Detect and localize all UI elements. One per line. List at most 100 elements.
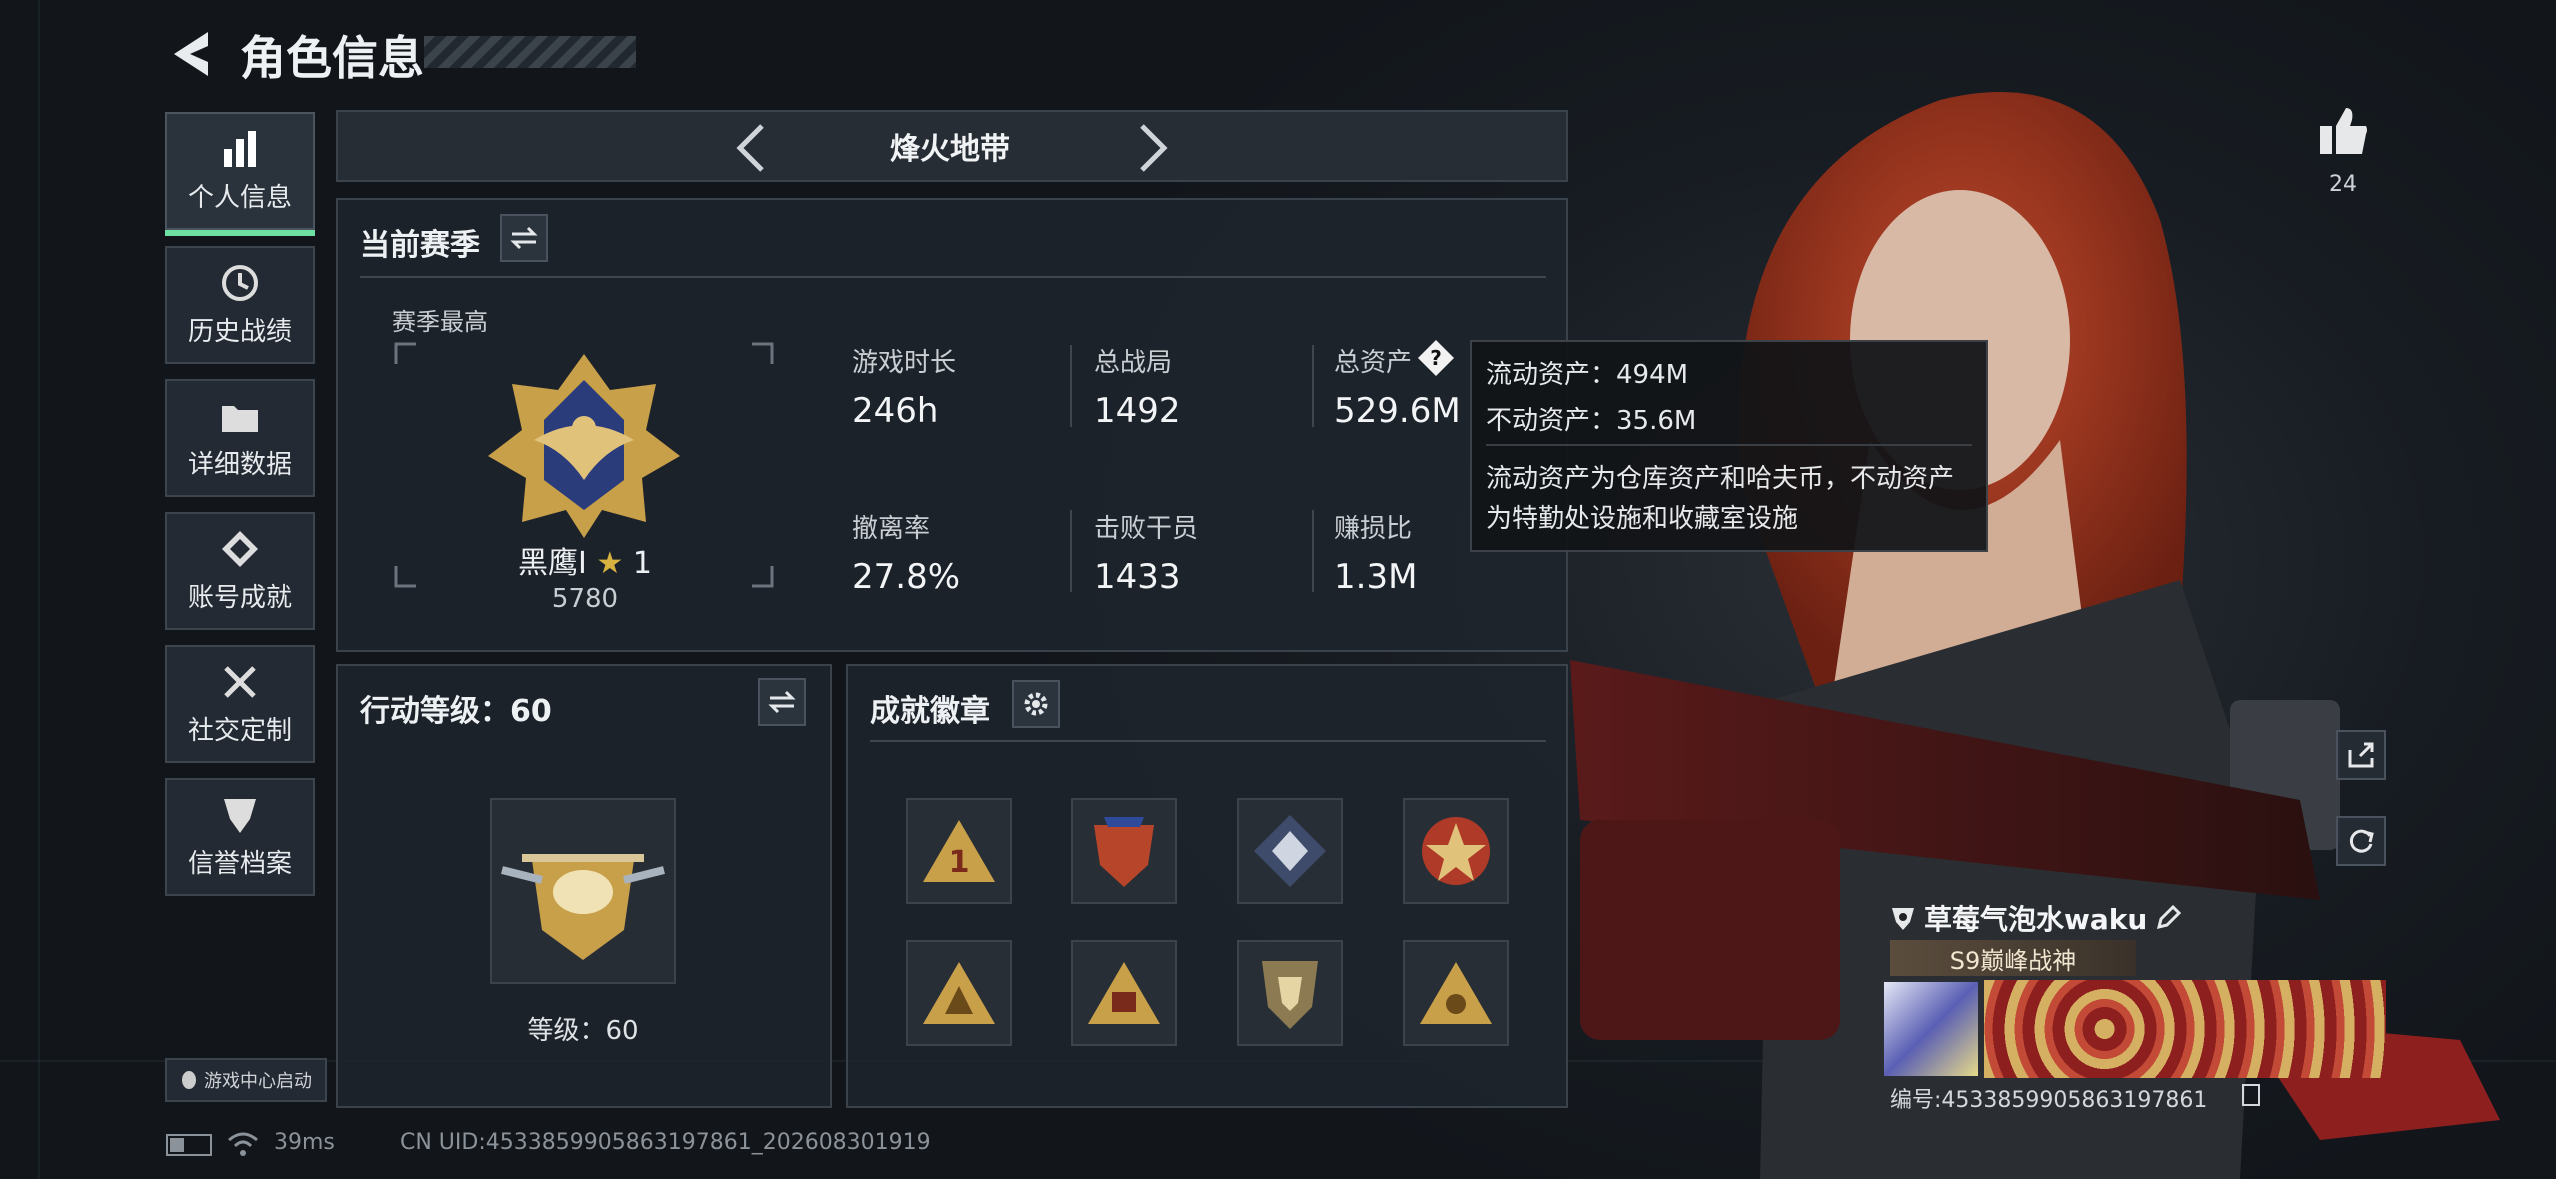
triangle-badge-icon: 1: [923, 820, 995, 882]
player-name-row: 草莓气泡水waku: [1890, 898, 2182, 938]
grid-line: [38, 0, 40, 1179]
player-id: 编号:4533859905863197861: [1890, 1088, 2208, 1113]
medal-icon: [222, 530, 258, 567]
assets-help-button[interactable]: ?: [1416, 338, 1456, 378]
like-count: 24: [2329, 172, 2357, 197]
copy-icon[interactable]: [2242, 1084, 2260, 1106]
tools-icon: [224, 665, 256, 698]
player-title: S9巅峰战神: [1949, 946, 2077, 975]
season-title: 当前赛季: [360, 228, 480, 263]
season-best-label: 赛季最高: [392, 308, 488, 336]
share-button[interactable]: [2336, 730, 2386, 780]
launcher-label: 游戏中心启动: [204, 1071, 312, 1092]
name-card-banner: [1984, 980, 2386, 1078]
sidebar-item-label: 详细数据: [187, 449, 292, 480]
swap-icon: [768, 690, 796, 714]
season-switch-button[interactable]: [500, 214, 548, 262]
assets-tooltip: 流动资产：494M 不动资产：35.6M 流动资产为仓库资产和哈夫币，不动资产 …: [1470, 340, 1988, 552]
divider: [360, 276, 1546, 278]
sidebar-item-social[interactable]: 社交定制: [165, 645, 315, 763]
svg-text:1: 1: [949, 845, 970, 880]
title-decoration: [424, 36, 636, 68]
helicopter-emblem: [501, 854, 665, 960]
wifi-icon: [228, 1132, 258, 1156]
diamond-badge-icon: [1254, 815, 1326, 887]
sidebar-item-label: 账号成就: [187, 582, 292, 613]
sidebar-item-achievements[interactable]: 账号成就: [165, 512, 315, 630]
shield-badge-icon: [1262, 961, 1318, 1029]
star-icon: ★: [596, 546, 624, 581]
rank-stars: 1: [632, 546, 652, 581]
qq-icon: [182, 1071, 196, 1089]
triangle-badge-icon: [1420, 962, 1492, 1024]
action-level-title: 行动等级：60: [360, 694, 552, 729]
shield-icon: [224, 798, 256, 833]
mode-name: 烽火地带: [890, 132, 1010, 167]
tooltip-fixed-assets: 不动资产：35.6M: [1486, 406, 1697, 436]
sidebar-item-personal-info[interactable]: 个人信息: [165, 112, 315, 236]
next-mode-button[interactable]: [1134, 120, 1174, 176]
battery-icon: [166, 1134, 212, 1156]
divider: [1070, 345, 1072, 427]
divider: [1070, 510, 1072, 592]
back-button[interactable]: [168, 28, 212, 80]
stat-total-matches: 总战局 1492: [1094, 348, 1181, 431]
badge-8[interactable]: [1403, 940, 1509, 1046]
swap-icon: [510, 226, 538, 250]
badge-4[interactable]: [1403, 798, 1509, 904]
star-badge-icon: [1422, 817, 1490, 885]
divider: [870, 740, 1546, 742]
sidebar-item-history[interactable]: 历史战绩: [165, 246, 315, 364]
badge-6[interactable]: [1071, 940, 1177, 1046]
clock-icon: [222, 264, 258, 301]
shield-icon: [1892, 908, 1914, 930]
triangle-badge-icon: [923, 962, 995, 1024]
tooltip-description-line-1: 流动资产为仓库资产和哈夫币，不动资产: [1486, 464, 1955, 494]
tooltip-liquid-assets: 流动资产：494M: [1486, 360, 1689, 390]
sidebar-item-label: 个人信息: [187, 182, 292, 213]
share-icon: [2348, 742, 2374, 768]
shield-badge-icon: [1094, 817, 1154, 887]
prev-mode-button[interactable]: [730, 120, 770, 176]
uid-text: CN UID:4533859905863197861_202608301919: [400, 1130, 931, 1155]
bar-chart-icon: [224, 130, 256, 167]
badge-2[interactable]: [1071, 798, 1177, 904]
rank-score: 5780: [551, 584, 619, 614]
question-icon: ?: [1418, 340, 1454, 376]
tooltip-description-line-2: 为特勤处设施和收藏室设施: [1486, 504, 1799, 534]
rank-label: 黑鹰I ★ 1: [470, 538, 700, 582]
badge-5[interactable]: [906, 940, 1012, 1046]
player-title-banner: S9巅峰战神: [1890, 940, 2136, 976]
svg-text:?: ?: [1430, 346, 1442, 370]
refresh-button[interactable]: [2336, 816, 2386, 866]
edit-icon[interactable]: [2155, 905, 2182, 931]
badge-3[interactable]: [1237, 798, 1343, 904]
refresh-icon: [2349, 829, 2374, 853]
divider: [1312, 345, 1314, 427]
sidebar-item-label: 信誉档案: [187, 848, 292, 879]
sidebar-item-details[interactable]: 详细数据: [165, 379, 315, 497]
stat-profit-ratio: 赚损比 1.3M: [1334, 514, 1418, 597]
folder-icon: [222, 405, 258, 432]
divider: [1312, 510, 1314, 592]
page-title: 角色信息: [240, 31, 424, 85]
ping-text: 39ms: [274, 1130, 335, 1155]
sidebar-item-label: 历史战绩: [187, 316, 292, 347]
triangle-badge-icon: [1088, 962, 1160, 1024]
rank-name: 黑鹰I: [518, 546, 587, 581]
badges-title: 成就徽章: [870, 694, 990, 729]
game-center-launch-button[interactable]: 游戏中心启动: [165, 1058, 327, 1102]
sidebar-item-label: 社交定制: [187, 715, 292, 746]
divider: [1486, 444, 1972, 446]
player-name: 草莓气泡水waku: [1924, 903, 2148, 936]
stat-extract-rate: 撤离率 27.8%: [852, 514, 961, 597]
badge-7[interactable]: [1237, 940, 1343, 1046]
stat-kills: 击败干员 1433: [1094, 514, 1199, 597]
badges-settings-button[interactable]: [1012, 680, 1060, 728]
like-button[interactable]: [2316, 104, 2370, 158]
badge-1[interactable]: 1: [906, 798, 1012, 904]
avatar[interactable]: [1882, 980, 1980, 1078]
action-level-switch-button[interactable]: [758, 678, 806, 726]
sidebar-item-credit[interactable]: 信誉档案: [165, 778, 315, 896]
gear-icon: [1024, 692, 1048, 716]
